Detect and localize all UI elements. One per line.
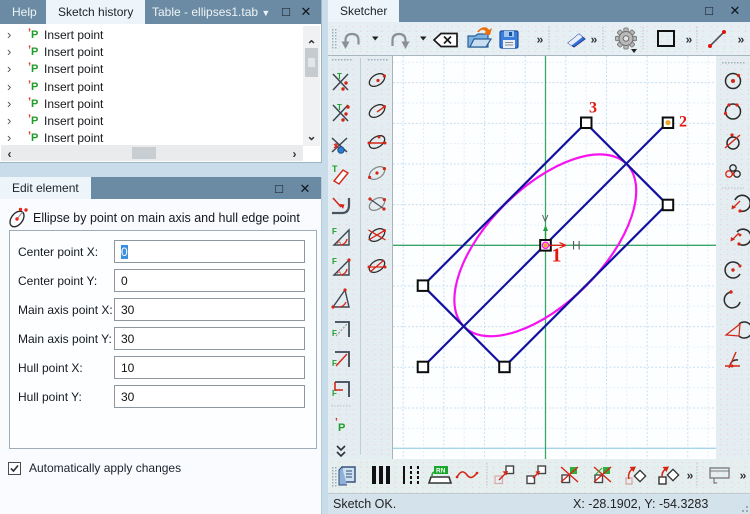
svg-text:T: T bbox=[337, 103, 342, 112]
svg-text:»: » bbox=[591, 33, 598, 47]
svg-text:»: » bbox=[537, 33, 544, 47]
svg-text:»: » bbox=[686, 33, 693, 47]
svg-text:T: T bbox=[337, 72, 342, 81]
svg-text:F: F bbox=[332, 329, 337, 338]
svg-text:V: V bbox=[542, 214, 549, 225]
svg-text:P: P bbox=[338, 422, 345, 434]
svg-text:»: » bbox=[687, 469, 694, 483]
svg-text:2: 2 bbox=[679, 114, 687, 131]
svg-text:A: A bbox=[337, 240, 341, 246]
svg-text:T: T bbox=[332, 164, 338, 174]
svg-text:A: A bbox=[337, 270, 341, 276]
svg-text:H: H bbox=[572, 239, 581, 253]
svg-text:RN: RN bbox=[436, 468, 446, 475]
svg-text:F: F bbox=[332, 257, 337, 266]
svg-text:3: 3 bbox=[589, 100, 597, 117]
svg-text:1: 1 bbox=[552, 245, 562, 267]
svg-text:»: » bbox=[740, 469, 747, 483]
svg-text:»: » bbox=[738, 33, 745, 47]
svg-text:F: F bbox=[332, 227, 337, 236]
svg-text:F: F bbox=[332, 359, 337, 368]
